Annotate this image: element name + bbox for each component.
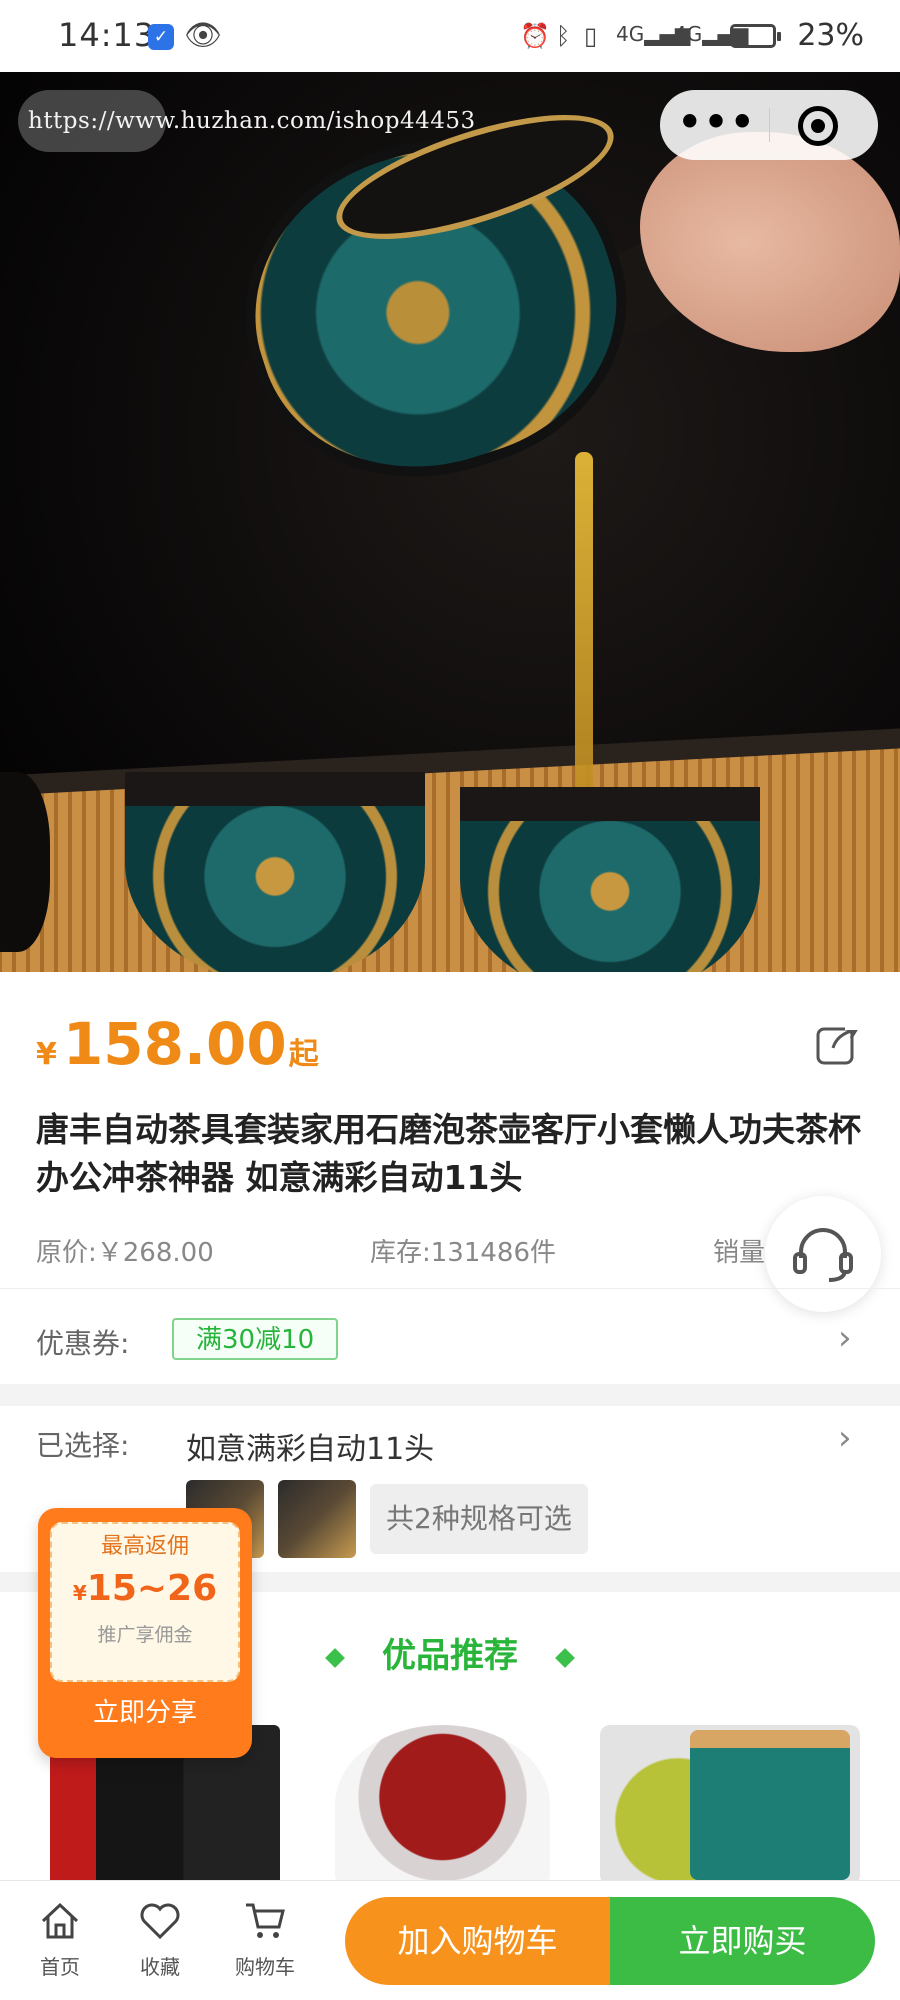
commission-subtitle: 推广享佣金: [97, 1624, 193, 1646]
coupon-tag[interactable]: 满30减10: [172, 1318, 339, 1360]
decor-figure: [0, 772, 50, 952]
bluetooth-icon: ᛒ: [556, 22, 571, 50]
nav-favorite[interactable]: 收藏: [115, 1899, 205, 1980]
product-title: 唐丰自动茶具套装家用石磨泡茶壶客厅小套懒人功夫茶杯办公冲茶神器 如意满彩自动11…: [36, 1110, 861, 1197]
divider: [0, 1288, 900, 1289]
nav-home[interactable]: 首页: [15, 1899, 105, 1980]
commission-range: ¥15~26: [38, 1568, 252, 1609]
alarm-icon: ⏰: [520, 22, 550, 50]
spec-thumbnail-2[interactable]: [278, 1480, 356, 1558]
coupon-chevron-icon[interactable]: ›: [838, 1318, 852, 1358]
tea-stream: [575, 452, 593, 842]
add-to-cart-button[interactable]: 加入购物车: [345, 1897, 610, 1985]
status-time: 14:13: [58, 16, 156, 54]
battery-percent: 23%: [797, 18, 864, 53]
selected-spec[interactable]: 如意满彩自动11头: [186, 1424, 434, 1468]
price: ¥158.00起: [36, 1010, 319, 1078]
battery-icon: [730, 24, 781, 48]
spec-count-badge[interactable]: 共2种规格可选: [370, 1484, 588, 1554]
shield-icon: ✓: [148, 24, 174, 50]
price-value: 158.00: [62, 1010, 287, 1078]
nav-favorite-label: 收藏: [140, 1955, 180, 1979]
close-target-icon[interactable]: [798, 106, 838, 146]
recommend-item-2[interactable]: [335, 1725, 550, 1885]
url-watermark: https://www.huzhan.com/ishop44453: [28, 108, 476, 134]
section-gap: [0, 1384, 900, 1406]
tea-cup-left: [125, 772, 425, 972]
stock-count: 库存:131486件: [370, 1238, 557, 1268]
bottom-action-bar: 首页 收藏 购物车 加入购物车 立即购买: [0, 1880, 900, 2000]
selection-chevron-icon[interactable]: ›: [838, 1418, 852, 1458]
recommend-title: 优品推荐: [382, 1636, 518, 1676]
diamond-icon: [325, 1647, 345, 1668]
tea-cup-right: [460, 787, 760, 972]
nav-home-label: 首页: [40, 1955, 80, 1979]
commission-currency: ¥: [72, 1581, 87, 1605]
sales-label: 销量: [713, 1238, 766, 1268]
customer-service-button[interactable]: [765, 1196, 881, 1312]
product-image-gallery[interactable]: [0, 72, 900, 972]
selection-label: 已选择:: [36, 1429, 130, 1462]
original-price: 原价:￥268.00: [36, 1238, 214, 1268]
headset-icon: [793, 1228, 853, 1282]
diamond-icon: [555, 1647, 575, 1668]
battery-level: [735, 29, 744, 43]
cart-icon: [246, 1903, 285, 1938]
nav-cart-label: 购物车: [235, 1955, 295, 1979]
commission-card[interactable]: 最高返佣 ¥15~26 推广享佣金 立即分享: [38, 1508, 252, 1758]
heart-icon: [140, 1903, 180, 1940]
more-icon[interactable]: •••: [672, 98, 762, 146]
commission-title: 最高返佣: [100, 1534, 189, 1559]
recommend-item-3-jar: [690, 1730, 850, 1880]
currency-symbol: ¥: [36, 1037, 57, 1072]
coupon-label: 优惠券:: [36, 1327, 130, 1360]
nav-cart[interactable]: 购物车: [220, 1899, 310, 1980]
capsule-divider: [769, 108, 770, 142]
vibrate-icon: ▯: [584, 22, 598, 50]
status-bar: 14:13 ✓ 👁 ⏰ ᛒ ▯ 4G▂▄▆ 4G▂▄▆ 23%: [0, 0, 900, 72]
eye-icon: 👁: [184, 18, 223, 53]
price-suffix: 起: [288, 1037, 319, 1072]
commission-range-value: 15~26: [86, 1568, 218, 1609]
buy-now-button[interactable]: 立即购买: [610, 1897, 875, 1985]
home-icon: [41, 1902, 79, 1939]
hand: [640, 132, 900, 352]
share-icon[interactable]: [815, 1020, 861, 1066]
share-now-button[interactable]: 立即分享: [38, 1692, 252, 1729]
